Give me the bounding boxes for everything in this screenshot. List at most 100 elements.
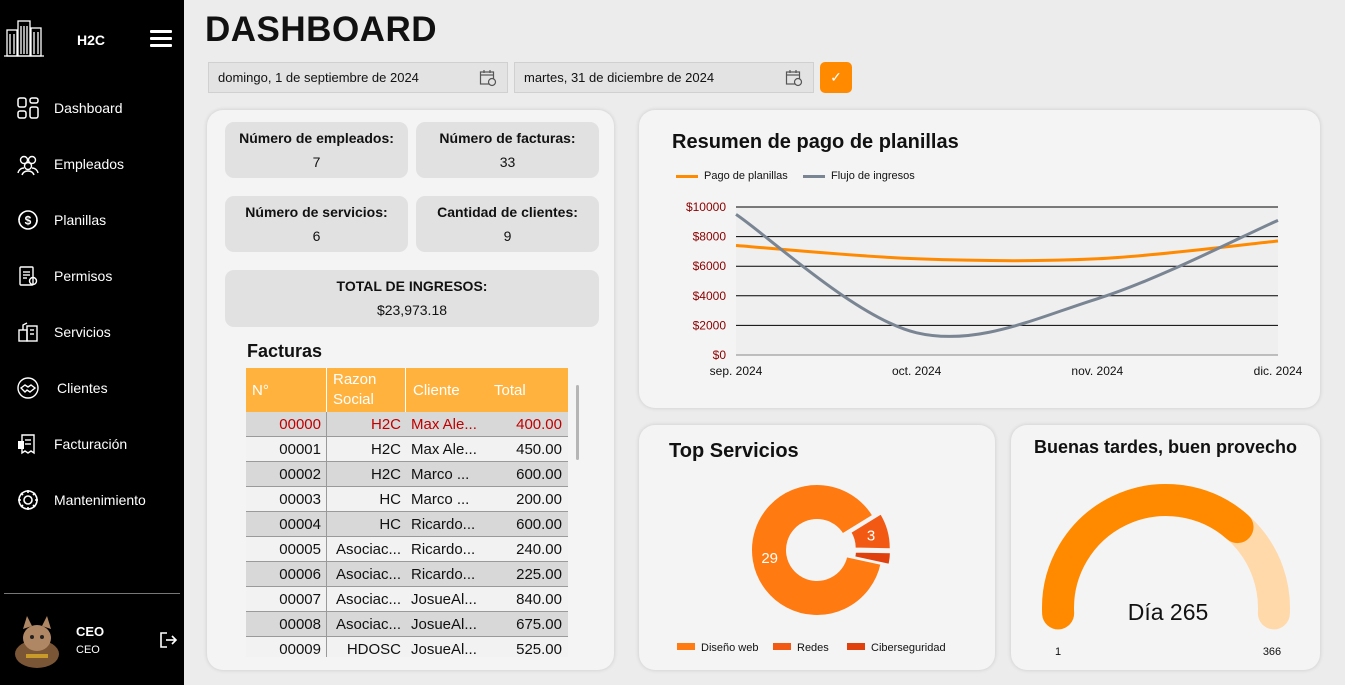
table-cell: 240.00 (516, 541, 562, 558)
payroll-icon: $ (18, 210, 38, 230)
legend-label: Flujo de ingresos (831, 170, 915, 182)
nav-item-servicios[interactable]: Servicios (0, 312, 184, 352)
nav-item-mantenimiento[interactable]: Mantenimiento (0, 480, 184, 520)
table-row[interactable]: 00005 Asociac... Ricardo... 240.00 (246, 537, 568, 562)
legend-label: Diseño web (701, 642, 758, 654)
nav-label: Mantenimiento (54, 492, 146, 508)
nav-item-permisos[interactable]: Permisos (0, 256, 184, 296)
x-tick-label: sep. 2024 (710, 364, 763, 378)
menu-toggle-icon[interactable] (150, 30, 172, 48)
nav-item-facturacion[interactable]: Facturación (0, 424, 184, 464)
stat-label: Cantidad de clientes: (437, 204, 578, 220)
greeting-title: Buenas tardes, buen provecho (1033, 437, 1298, 457)
table-cell: 00003 (279, 491, 321, 508)
table-cell: HDOSC (346, 641, 401, 657)
calendar-icon[interactable] (785, 69, 803, 87)
invoices-title: Facturas (247, 341, 323, 361)
dashboard-icon (17, 97, 39, 119)
calendar-icon[interactable] (479, 69, 497, 87)
table-cell: Ricardo... (411, 541, 476, 558)
table-row[interactable]: 00000 H2C Max Ale... 400.00 (246, 412, 568, 437)
table-cell: 600.00 (516, 516, 562, 533)
stat-clients: Cantidad de clientes: 9 (416, 196, 599, 252)
invoice-icon (18, 434, 35, 455)
table-cell: 00001 (279, 441, 321, 458)
nav-item-dashboard[interactable]: Dashboard (0, 88, 184, 128)
table-row[interactable]: 00003 HC Marco ... 200.00 (246, 487, 568, 512)
donut-data-label: 3 (867, 527, 875, 544)
nav-item-clientes[interactable]: Clientes (0, 368, 184, 408)
table-header: N° Razon Social Cliente Total (246, 368, 568, 412)
y-tick-label: $6000 (693, 259, 727, 273)
x-tick-label: oct. 2024 (892, 364, 942, 378)
table-cell: H2C (370, 416, 401, 433)
table-cell: 00008 (279, 616, 321, 633)
chart-title: Resumen de pago de planillas (672, 131, 959, 153)
y-tick-label: $4000 (693, 289, 727, 303)
table-cell: 00004 (279, 516, 321, 533)
nav-label: Dashboard (54, 100, 123, 116)
donut-data-label: 29 (761, 550, 778, 567)
day-gauge: Día 265 1 366 (1042, 484, 1290, 658)
stat-value: 7 (312, 154, 321, 170)
sidebar-divider (4, 593, 180, 594)
stat-value: 9 (503, 228, 512, 244)
table-row[interactable]: 00006 Asociac... Ricardo... 225.00 (246, 562, 568, 587)
table-cell: Asociac... (335, 566, 401, 583)
svg-text:$: $ (25, 214, 32, 228)
employees-icon (17, 155, 39, 176)
stat-services: Número de servicios: 6 (225, 196, 408, 252)
table-cell: H2C (370, 466, 401, 483)
table-cell: 600.00 (516, 466, 562, 483)
date-to-picker[interactable]: martes, 31 de diciembre de 2024 (514, 62, 814, 93)
table-cell: 00000 (279, 416, 321, 433)
stat-total-income: TOTAL DE INGRESOS: $23,973.18 (225, 270, 599, 327)
top-services-donut: 3 29 Diseño web Redes Ciberseguridad (677, 483, 946, 654)
app-name: H2C (77, 32, 106, 48)
table-row[interactable]: 00007 Asociac... JosueAl... 840.00 (246, 587, 568, 612)
table-scrollbar[interactable] (576, 385, 579, 460)
x-tick-label: dic. 2024 (1254, 364, 1303, 378)
column-header-total[interactable]: Total (494, 368, 526, 412)
column-header-cliente[interactable]: Cliente (413, 368, 460, 412)
sidebar: H2C Dashboard Empleados $ Planillas Perm… (0, 0, 184, 685)
table-row[interactable]: 00004 HC Ricardo... 600.00 (246, 512, 568, 537)
stat-label: Número de empleados: (239, 130, 394, 146)
nav-label: Facturación (54, 436, 128, 452)
table-row[interactable]: 00009 HDOSC JosueAl... 525.00 (246, 637, 568, 657)
date-from-picker[interactable]: domingo, 1 de septiembre de 2024 (208, 62, 508, 93)
chart-title: Top Servicios (669, 440, 799, 462)
table-cell: Ricardo... (411, 516, 476, 533)
table-cell: 200.00 (516, 491, 562, 508)
table-cell: Max Ale... (411, 416, 477, 433)
stat-employees: Número de empleados: 7 (225, 122, 408, 178)
gauge-label: Día 265 (1128, 599, 1209, 625)
table-cell: Marco ... (411, 491, 470, 508)
apply-filter-button[interactable]: ✓ (820, 62, 852, 93)
table-cell: 00006 (279, 566, 321, 583)
table-row[interactable]: 00002 H2C Marco ... 600.00 (246, 462, 568, 487)
avatar[interactable] (10, 614, 64, 670)
stat-label: TOTAL DE INGRESOS: (336, 278, 488, 294)
y-tick-label: $8000 (693, 230, 727, 244)
invoices-table[interactable]: N° Razon Social Cliente Total 00000 H2C Ma… (246, 368, 568, 657)
date-to-value: martes, 31 de diciembre de 2024 (524, 70, 715, 85)
nav-item-planillas[interactable]: $ Planillas (0, 200, 184, 240)
table-cell: 450.00 (516, 441, 562, 458)
nav-item-empleados[interactable]: Empleados (0, 144, 184, 184)
y-tick-label: $2000 (693, 318, 727, 332)
column-header-number[interactable]: N° (252, 368, 269, 412)
gauge-value-arc (1042, 484, 1254, 630)
legend-swatch (847, 643, 865, 650)
stat-value: $23,973.18 (376, 302, 448, 318)
legend-label: Redes (797, 642, 829, 654)
logout-icon[interactable] (158, 630, 178, 650)
nav-label: Permisos (54, 268, 113, 284)
page-title: DASHBOARD (205, 10, 437, 49)
legend-swatch (773, 643, 791, 650)
column-header-razon-social[interactable]: Razon Social (333, 368, 393, 412)
table-cell: 525.00 (516, 641, 562, 657)
nav-label: Planillas (54, 212, 107, 228)
table-row[interactable]: 00008 Asociac... JosueAl... 675.00 (246, 612, 568, 637)
table-row[interactable]: 00001 H2C Max Ale... 450.00 (246, 437, 568, 462)
